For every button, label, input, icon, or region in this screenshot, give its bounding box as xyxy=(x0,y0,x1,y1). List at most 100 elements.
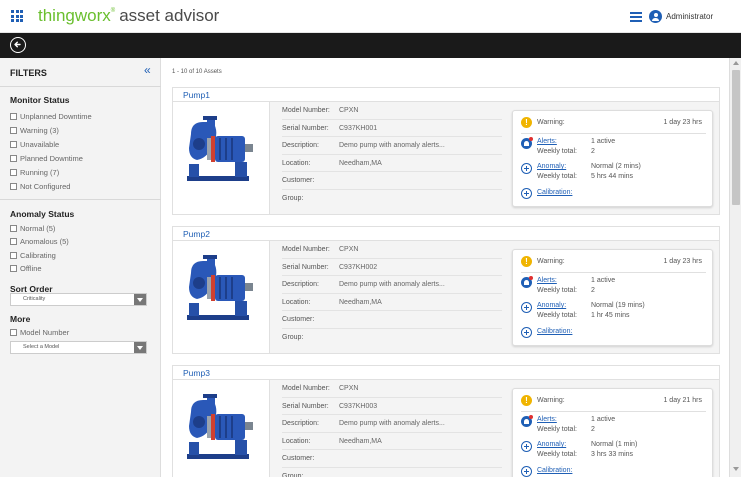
checkbox[interactable] xyxy=(10,112,17,120)
filter-warning[interactable]: Warning (3) xyxy=(10,125,59,135)
warning-duration: 1 day 23 hrs xyxy=(663,119,702,126)
asset-card-header[interactable]: Pump3 xyxy=(172,365,720,380)
anomaly-weekly-value: 3 hrs 33 mins xyxy=(591,451,634,458)
asset-card-header[interactable]: Pump2 xyxy=(172,226,720,241)
anomaly-weekly-label: Weekly total: xyxy=(537,312,577,319)
filter-planned-downtime[interactable]: Planned Downtime xyxy=(10,153,83,163)
asset-image xyxy=(173,380,270,477)
filter-normal[interactable]: Normal (5) xyxy=(10,223,55,233)
scroll-up-arrow-icon[interactable] xyxy=(733,61,739,65)
warning-label: Warning: xyxy=(537,397,565,404)
filter-unavailable[interactable]: Unavailable xyxy=(10,139,59,149)
detail-row-location: Location: Needham,MA xyxy=(282,433,502,450)
anomaly-status-title: Anomaly Status xyxy=(10,209,75,219)
brand-logo: thingworx® asset advisor xyxy=(38,6,219,26)
model-select[interactable]: Select a Model xyxy=(10,341,147,354)
model-select-placeholder: Select a Model xyxy=(23,344,60,350)
alerts-value: 1 active xyxy=(591,138,616,145)
chevron-down-icon[interactable] xyxy=(134,342,146,353)
scrollbar[interactable] xyxy=(729,58,741,477)
asset-card-body: Model Number: CPXN Serial Number: C937KH00… xyxy=(172,380,720,477)
detail-row-location: Location: Needham,MA xyxy=(282,155,502,172)
navigation-bar xyxy=(0,33,741,58)
app-launcher-grid-icon[interactable] xyxy=(11,10,23,22)
collapse-sidebar-icon[interactable]: « xyxy=(144,63,151,77)
checkbox[interactable] xyxy=(10,126,17,134)
asset-count: 1 - 10 of 10 Assets xyxy=(172,69,222,75)
detail-row-serial: Serial Number: C937KH002 xyxy=(282,259,502,276)
checkbox[interactable] xyxy=(10,237,17,245)
scroll-down-arrow-icon[interactable] xyxy=(733,467,739,471)
more-title: More xyxy=(10,314,31,324)
detail-row-group: Group: xyxy=(282,194,304,202)
checkbox[interactable] xyxy=(10,154,17,162)
asset-status-panel: ! Warning: 1 day 23 hrs Alerts: 1 active… xyxy=(512,249,713,346)
checkbox[interactable] xyxy=(10,168,17,176)
alerts-link[interactable]: Alerts: xyxy=(537,416,557,423)
checkbox[interactable] xyxy=(10,224,17,232)
filter-not-configured[interactable]: Not Configured xyxy=(10,181,70,191)
pump-image-icon xyxy=(187,116,253,181)
calibration-link[interactable]: Calibration: xyxy=(537,328,572,335)
asset-name-link[interactable]: Pump3 xyxy=(183,368,210,378)
warning-icon: ! xyxy=(521,395,532,406)
checkbox[interactable] xyxy=(10,140,17,148)
alerts-weekly-value: 2 xyxy=(591,148,595,155)
back-arrow-icon[interactable] xyxy=(10,37,26,53)
checkbox[interactable] xyxy=(10,264,17,272)
warning-icon: ! xyxy=(521,256,532,267)
filter-unplanned-downtime[interactable]: Unplanned Downtime xyxy=(10,111,92,121)
warning-duration: 1 day 21 hrs xyxy=(663,397,702,404)
alerts-weekly-label: Weekly total: xyxy=(537,148,577,155)
checkbox[interactable] xyxy=(10,328,17,336)
anomaly-link[interactable]: Anomaly: xyxy=(537,441,566,448)
filter-offline[interactable]: Offline xyxy=(10,263,42,273)
sort-order-select[interactable]: Criticality xyxy=(10,293,147,306)
alerts-weekly-label: Weekly total: xyxy=(537,426,577,433)
asset-image xyxy=(173,102,270,214)
filter-model-number[interactable]: Model Number xyxy=(10,327,69,337)
anomaly-weekly-label: Weekly total: xyxy=(537,173,577,180)
checkbox[interactable] xyxy=(10,182,17,190)
anomaly-value: Normal (2 mins) xyxy=(591,163,641,170)
calibration-icon xyxy=(521,188,532,199)
asset-name-link[interactable]: Pump1 xyxy=(183,90,210,100)
brand-name: thingworx® xyxy=(38,6,116,25)
calibration-link[interactable]: Calibration: xyxy=(537,189,572,196)
alerts-link[interactable]: Alerts: xyxy=(537,138,557,145)
alerts-weekly-value: 2 xyxy=(591,426,595,433)
sort-order-value: Criticality xyxy=(23,296,46,302)
checkbox[interactable] xyxy=(10,251,17,259)
filter-anomalous[interactable]: Anomalous (5) xyxy=(10,236,69,246)
monitor-status-title: Monitor Status xyxy=(10,95,70,105)
divider xyxy=(0,199,161,200)
detail-row-description: Description: Demo pump with anomaly alert… xyxy=(282,137,502,155)
anomaly-weekly-value: 5 hrs 44 mins xyxy=(591,173,634,180)
calibration-icon xyxy=(521,466,532,477)
alerts-link[interactable]: Alerts: xyxy=(537,277,557,284)
detail-row-description: Description: Demo pump with anomaly alert… xyxy=(282,276,502,294)
filter-calibrating[interactable]: Calibrating xyxy=(10,250,56,260)
calibration-link[interactable]: Calibration: xyxy=(537,467,572,474)
asset-card-header[interactable]: Pump1 xyxy=(172,87,720,102)
filters-title: FILTERS xyxy=(10,68,47,78)
hamburger-menu-icon[interactable] xyxy=(630,12,642,22)
user-avatar-icon[interactable] xyxy=(649,10,662,23)
anomaly-icon xyxy=(521,302,532,313)
filter-running[interactable]: Running (7) xyxy=(10,167,59,177)
chevron-down-icon[interactable] xyxy=(134,294,146,305)
app-name: asset advisor xyxy=(119,6,220,25)
alerts-weekly-value: 2 xyxy=(591,287,595,294)
asset-name-link[interactable]: Pump2 xyxy=(183,229,210,239)
anomaly-link[interactable]: Anomaly: xyxy=(537,163,566,170)
asset-card-body: Model Number: CPXN Serial Number: C937KH00… xyxy=(172,102,720,215)
detail-row-customer: Customer: xyxy=(282,450,502,468)
detail-row-group: Group: xyxy=(282,333,304,341)
anomaly-link[interactable]: Anomaly: xyxy=(537,302,566,309)
divider xyxy=(521,272,706,273)
user-name[interactable]: Administrator xyxy=(666,12,713,21)
alerts-value: 1 active xyxy=(591,416,616,423)
detail-row-model: Model Number: CPXN xyxy=(282,102,502,120)
scrollbar-thumb[interactable] xyxy=(732,70,740,205)
alert-bell-icon xyxy=(521,415,533,427)
